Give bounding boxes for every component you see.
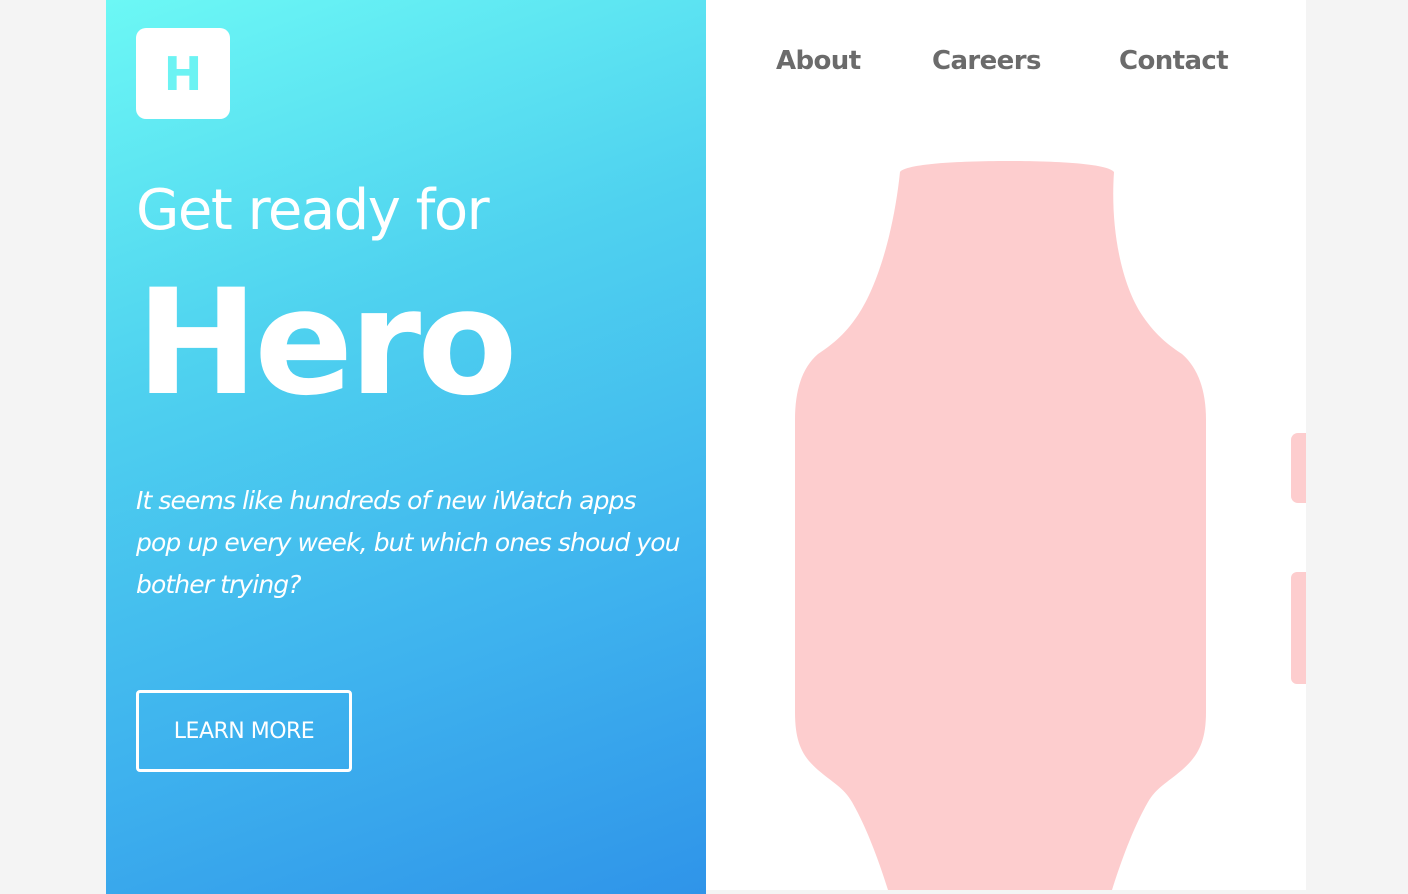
learn-more-button[interactable]: LEARN MORE: [136, 690, 352, 772]
watch-body: [795, 161, 1206, 890]
nav-link-about[interactable]: About: [776, 44, 861, 78]
hero-description: It seems like hundreds of new iWatch app…: [136, 486, 680, 599]
top-navigation: About Careers Contact: [706, 0, 1306, 120]
landing-page: H Get ready for Hero It seems like hundr…: [106, 0, 1306, 894]
watch-side-button: [1291, 572, 1306, 684]
logo-letter: H: [163, 46, 203, 101]
product-panel: About Careers Contact: [706, 0, 1306, 890]
nav-link-contact[interactable]: Contact: [1119, 44, 1229, 78]
hero-tagline: Get ready for: [136, 178, 490, 243]
smartwatch-icon: [795, 161, 1306, 890]
watch-crown: [1291, 433, 1306, 503]
hero-headline: Hero: [136, 258, 518, 428]
nav-link-careers[interactable]: Careers: [932, 44, 1041, 78]
hero-panel: H Get ready for Hero It seems like hundr…: [106, 0, 706, 894]
smartwatch-silhouette: [795, 161, 1306, 890]
logo-icon[interactable]: H: [136, 28, 230, 119]
